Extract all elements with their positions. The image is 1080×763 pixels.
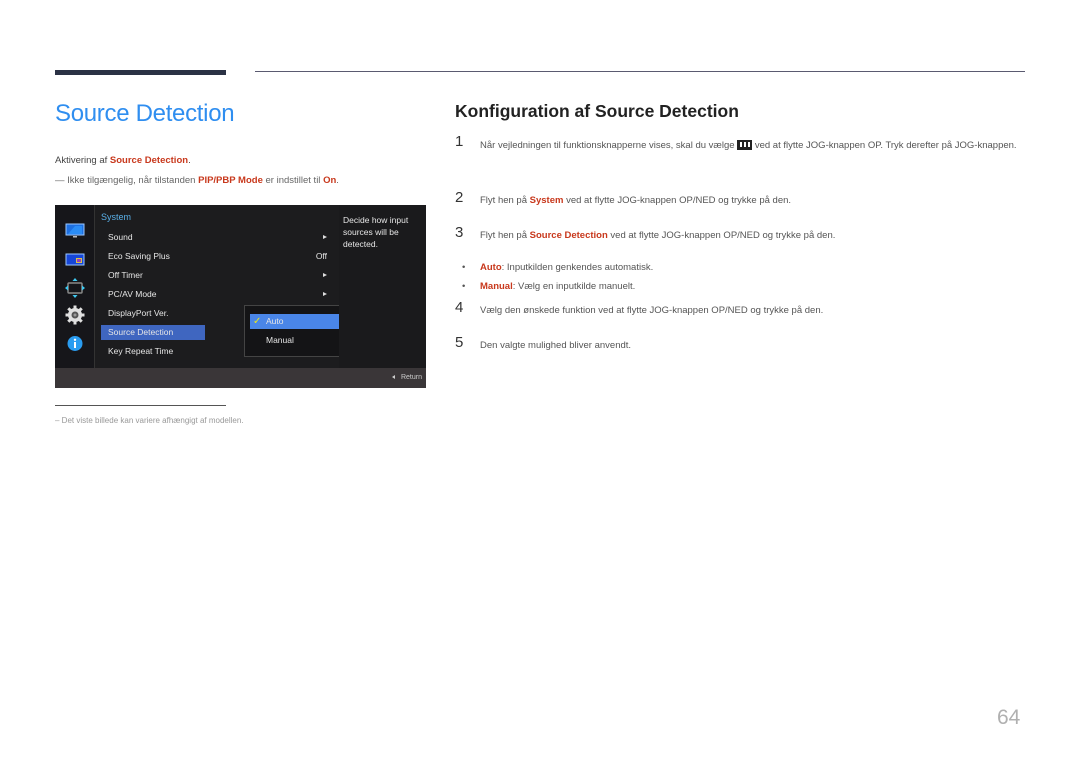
osd-item-label: Eco Saving Plus (108, 251, 170, 261)
bullet-dot: • (462, 281, 466, 292)
osd-item-pc-av-mode[interactable]: PC/AV Mode (101, 287, 205, 302)
picture-icon (65, 223, 85, 238)
osd-footer: Return (55, 368, 426, 388)
step-highlight: System (529, 195, 564, 206)
bullet-highlight: Auto (480, 262, 502, 273)
osd-item-key-repeat-time[interactable]: Key Repeat Time (101, 344, 205, 359)
osd-item-label: Off Timer (108, 270, 143, 280)
chevron-right-icon (323, 292, 327, 296)
note-prefix: Ikke tilgængelig, når tilstanden (64, 175, 199, 186)
return-label: Return (400, 374, 422, 381)
step-text-prefix: Når vejledningen til funktionsknapperne … (480, 140, 738, 151)
menu-button-icon (737, 140, 753, 151)
step-text: Den valgte mulighed bliver anvendt. (480, 340, 632, 351)
step-text-suffix: ved at flytte JOG-knappen OP. Tryk deref… (752, 140, 1017, 151)
step-text: Vælg den ønskede funktion ved at flytte … (480, 305, 824, 316)
osd-item-label: PC/AV Mode (108, 289, 157, 299)
arrow-left-icon (391, 375, 395, 380)
bullet-highlight: Manual (480, 281, 513, 292)
osd-option-label: Manual (266, 335, 294, 345)
pip-icon (65, 253, 85, 266)
osd-item-label: Key Repeat Time (108, 346, 174, 356)
intro-text: Aktivering af Source Detection. (55, 155, 191, 166)
step-number: 5 (455, 334, 464, 351)
return-button[interactable]: Return (391, 374, 422, 381)
osd-item-off-timer[interactable]: Off Timer (101, 268, 205, 283)
note-highlight-on: On (323, 175, 337, 186)
osd-item-label: Source Detection (108, 327, 174, 337)
note-dash: ― (55, 175, 65, 186)
osd-help-text: Decide how input sources will be detecte… (339, 205, 426, 368)
chevron-right-icon (323, 235, 327, 239)
intro-suffix: . (188, 155, 191, 166)
osd-item-displayport-ver[interactable]: DisplayPort Ver. (101, 306, 205, 321)
info-icon (67, 336, 83, 351)
step-text: Når vejledningen til funktionsknapperne … (480, 136, 1020, 155)
step-text-prefix: Flyt hen på (480, 230, 530, 241)
intro-prefix: Aktivering af (55, 155, 110, 166)
note-suffix: . (336, 175, 339, 186)
osd-screenshot: System Sound Eco Saving Plus Off Off Tim… (55, 205, 426, 388)
bullet-text: Auto: Inputkilden genkendes automatisk. (480, 262, 653, 273)
step-number: 3 (455, 224, 464, 241)
step-text-suffix: ved at flytte JOG-knappen OP/NED og tryk… (607, 230, 836, 241)
page-number: 64 (997, 706, 1021, 729)
system-gear-icon (65, 305, 85, 325)
chevron-right-icon (323, 273, 327, 277)
bullet-description: : Vælg en inputkilde manuelt. (512, 281, 636, 292)
bullet-dot: • (462, 262, 466, 273)
osd-item-sound[interactable]: Sound (101, 230, 205, 245)
step-text: Flyt hen på Source Detection ved at flyt… (480, 226, 1020, 245)
header-rule-thin (255, 71, 1025, 72)
procedure-title: Konfiguration af Source Detection (455, 101, 739, 121)
step-number: 4 (455, 299, 464, 316)
osd-item-label: Sound (108, 232, 133, 242)
footnote-rule (55, 405, 226, 406)
section-title: Source Detection (55, 100, 235, 127)
checkmark-icon: ✓ (253, 316, 262, 327)
osd-menu-panel: System Sound Eco Saving Plus Off Off Tim… (94, 205, 370, 368)
availability-note: ― Ikke tilgængelig, når tilstanden PIP/P… (55, 175, 339, 186)
osd-item-label: DisplayPort Ver. (108, 308, 169, 318)
note-highlight-pip: PIP/PBP Mode (198, 175, 263, 186)
osd-item-value: Off (315, 251, 327, 261)
osd-category-system[interactable]: System (101, 212, 131, 222)
step-text-prefix: Flyt hen på (480, 195, 530, 206)
resize-icon (65, 278, 85, 298)
step-text: Flyt hen på System ved at flytte JOG-kna… (480, 191, 1020, 210)
intro-highlight: Source Detection (109, 155, 189, 166)
step-highlight: Source Detection (529, 230, 608, 241)
footnote: – Det viste billede kan variere afhængig… (55, 416, 244, 425)
step-number: 1 (455, 133, 464, 150)
note-middle: er indstillet til (262, 175, 324, 186)
step-text-suffix: ved at flytte JOG-knappen OP/NED og tryk… (563, 195, 792, 206)
osd-option-label: Auto (266, 316, 284, 326)
bullet-text: Manual: Vælg en inputkilde manuelt. (480, 281, 635, 292)
header-rule-thick (55, 70, 226, 75)
osd-icon-bar (55, 205, 94, 368)
step-number: 2 (455, 189, 464, 206)
osd-item-source-detection[interactable]: Source Detection (101, 325, 205, 340)
osd-item-eco-saving-plus[interactable]: Eco Saving Plus (101, 249, 205, 264)
bullet-description: : Inputkilden genkendes automatisk. (501, 262, 654, 273)
